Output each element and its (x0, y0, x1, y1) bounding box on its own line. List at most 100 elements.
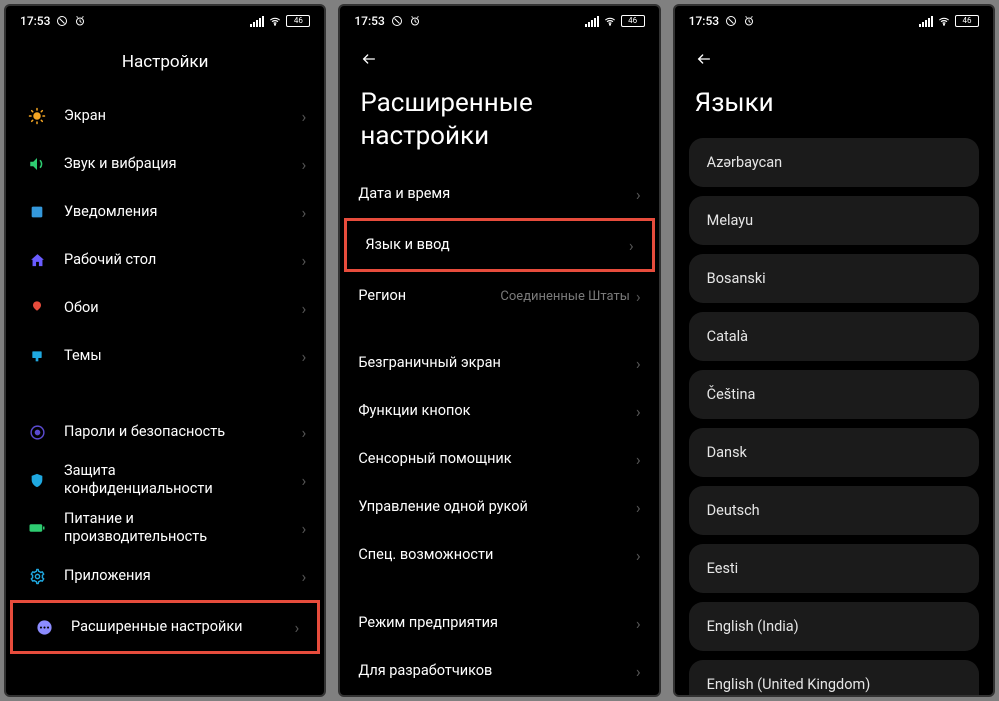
language-item[interactable]: Azərbaycan (689, 138, 979, 187)
battery-icon: 46 (955, 15, 979, 27)
language-item[interactable]: English (United Kingdom) (689, 660, 979, 696)
chevron-right-icon: › (636, 354, 641, 373)
chevron-right-icon: › (302, 471, 307, 490)
row-label: Язык и ввод (365, 236, 629, 254)
advanced-row[interactable]: Режим предприятия› (340, 599, 658, 647)
row-label: Звук и вибрация (64, 155, 302, 173)
alarm-icon (409, 15, 421, 27)
chevron-right-icon: › (295, 618, 300, 637)
row-label: Пароли и безопасность (64, 423, 302, 441)
status-bar: 17:53 46 (675, 6, 993, 34)
theme-icon (24, 348, 50, 364)
chevron-right-icon: › (302, 347, 307, 366)
advanced-row[interactable]: Функции кнопок› (340, 388, 658, 436)
settings-row[interactable]: Обои› (6, 284, 324, 332)
signal-icon (250, 16, 264, 27)
chevron-right-icon: › (636, 614, 641, 633)
settings-row[interactable]: Уведомления› (6, 188, 324, 236)
notify-icon (24, 204, 50, 220)
language-item[interactable]: Deutsch (689, 486, 979, 535)
phone-advanced-settings: 17:53 46 Расширенныенастройки Дата и вре… (338, 4, 660, 697)
language-item[interactable]: Dansk (689, 428, 979, 477)
signal-icon (585, 16, 599, 27)
chevron-right-icon: › (302, 251, 307, 270)
row-label: Темы (64, 347, 302, 365)
settings-row[interactable]: Экран› (6, 92, 324, 140)
row-label: Уведомления (64, 203, 302, 221)
wifi-icon (603, 16, 617, 27)
advanced-row[interactable]: Для разработчиков› (340, 647, 658, 695)
row-label: Для разработчиков (358, 662, 636, 680)
settings-row[interactable]: Приложения› (6, 552, 324, 600)
chevron-right-icon: › (636, 498, 641, 517)
language-list: Azərbaycan Melayu Bosanski Català Čeština Dan… (675, 138, 993, 696)
status-time: 17:53 (354, 14, 384, 28)
back-button[interactable] (675, 34, 993, 81)
advanced-row[interactable]: РегионСоединенные Штаты› (340, 272, 658, 320)
settings-list: Экран›Звук и вибрация›Уведомления›Рабочи… (6, 92, 324, 695)
chevron-right-icon: › (636, 450, 641, 469)
chevron-right-icon: › (636, 402, 641, 421)
lock-icon (24, 424, 50, 441)
row-label: Регион (358, 287, 500, 305)
language-item[interactable]: Català (689, 312, 979, 361)
row-label: Сенсорный помощник (358, 450, 636, 468)
phone-settings: 17:53 46 Настройки Экран›Звук и вибрация… (4, 4, 326, 697)
language-item[interactable]: Bosanski (689, 254, 979, 303)
page-title: Языки (675, 81, 993, 138)
page-title: Настройки (6, 34, 324, 92)
row-label: Функции кнопок (358, 402, 636, 420)
language-item[interactable]: English (India) (689, 602, 979, 651)
dnd-icon (56, 15, 68, 27)
settings-row[interactable]: Пароли и безопасность› (6, 408, 324, 456)
settings-row[interactable]: Питание ипроизводительность› (6, 504, 324, 552)
wifi-icon (937, 16, 951, 27)
chevron-right-icon: › (302, 203, 307, 222)
dnd-icon (391, 15, 403, 27)
advanced-row[interactable]: Безграничный экран› (340, 340, 658, 388)
alarm-icon (74, 15, 86, 27)
row-label: Экран (64, 107, 302, 125)
sound-icon (24, 155, 50, 173)
back-button[interactable] (340, 34, 658, 81)
chevron-right-icon: › (636, 546, 641, 565)
status-bar: 17:53 46 (6, 6, 324, 34)
advanced-row[interactable]: Сенсорный помощник› (340, 436, 658, 484)
row-label: Спец. возможности (358, 546, 636, 564)
battery-icon: 46 (621, 15, 645, 27)
chevron-right-icon: › (302, 567, 307, 586)
chevron-right-icon: › (302, 155, 307, 174)
chevron-right-icon: › (636, 662, 641, 681)
language-item[interactable]: Eesti (689, 544, 979, 593)
settings-row[interactable]: Темы› (6, 332, 324, 380)
advanced-row[interactable]: Дата и время› (340, 170, 658, 218)
battery-icon (24, 521, 50, 535)
advanced-row[interactable]: Управление одной рукой› (340, 484, 658, 532)
row-label: Управление одной рукой (358, 498, 636, 516)
chevron-right-icon: › (629, 236, 634, 255)
settings-row[interactable]: Рабочий стол› (6, 236, 324, 284)
chevron-right-icon: › (636, 185, 641, 204)
home-icon (24, 252, 50, 269)
status-bar: 17:53 46 (340, 6, 658, 34)
signal-icon (919, 16, 933, 27)
advanced-list: Дата и время›Язык и ввод›РегионСоединенн… (340, 170, 658, 695)
row-label: Обои (64, 299, 302, 317)
battery-icon: 46 (286, 15, 310, 27)
advanced-row[interactable]: Язык и ввод› (344, 218, 654, 272)
settings-row[interactable]: Звук и вибрация› (6, 140, 324, 188)
language-item[interactable]: Čeština (689, 370, 979, 419)
language-item[interactable]: Melayu (689, 196, 979, 245)
row-label: Приложения (64, 567, 302, 585)
page-title: Расширенныенастройки (340, 81, 658, 170)
settings-row[interactable]: Защитаконфиденциальности› (6, 456, 324, 504)
apps-icon (24, 568, 50, 585)
row-label: Безграничный экран (358, 354, 636, 372)
chevron-right-icon: › (302, 299, 307, 318)
settings-row[interactable]: Расширенные настройки› (10, 600, 320, 654)
row-label: Питание ипроизводительность (64, 510, 302, 546)
advanced-row[interactable]: Спец. возможности› (340, 532, 658, 580)
chevron-right-icon: › (636, 287, 641, 306)
row-label: Дата и время (358, 185, 636, 203)
dots-icon (31, 619, 57, 636)
